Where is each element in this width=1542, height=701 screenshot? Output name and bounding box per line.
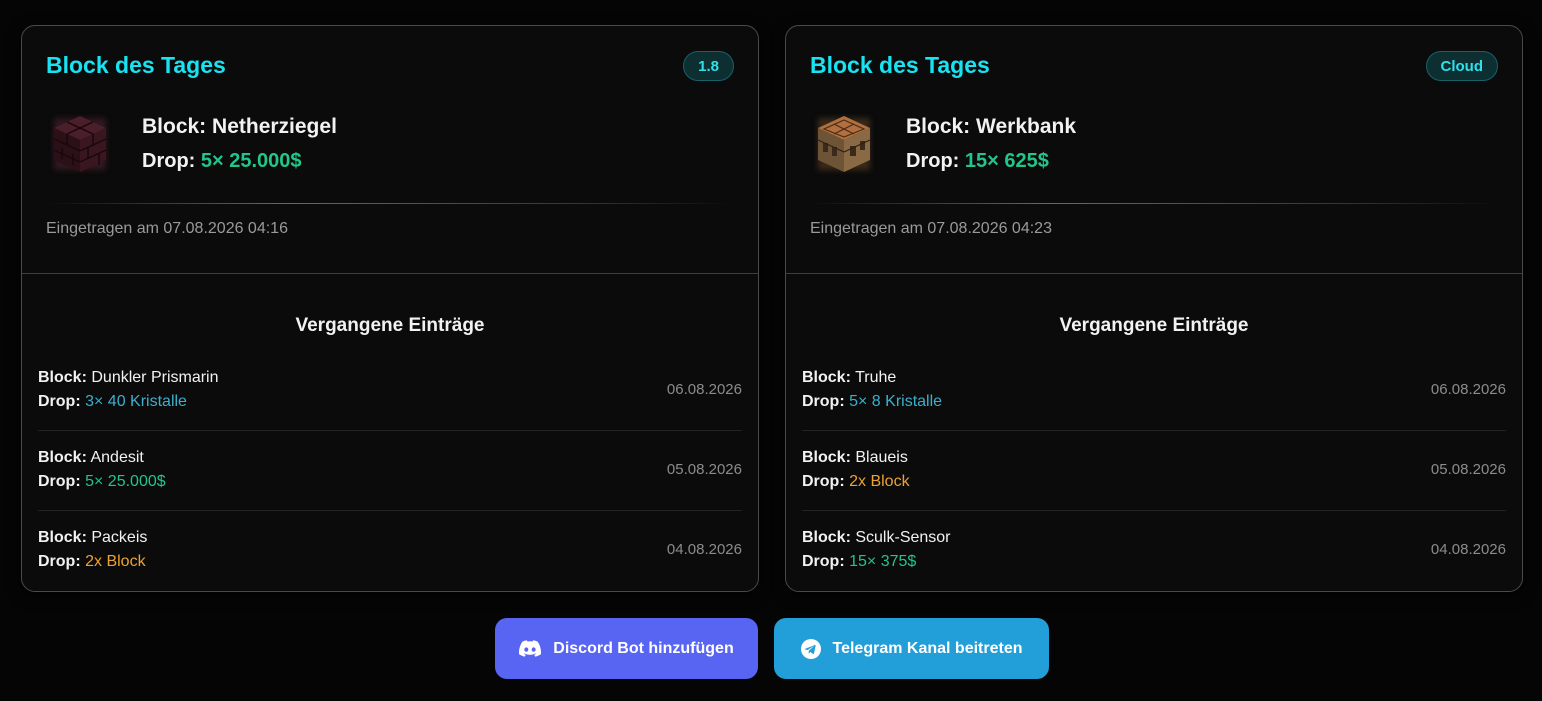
history-block-name: Dunkler Prismarin [91,369,219,386]
history-drop-label: Drop: [802,473,845,490]
history-date: 05.08.2026 [666,461,742,478]
history-date: 04.08.2026 [666,541,742,558]
history-item: Block: Sculk-Sensor Drop: 15× 375$ 04.08… [802,511,1506,591]
current-drop: Drop: 5× 25.000$ [142,148,302,174]
history-date: 06.08.2026 [666,381,742,398]
block-label: Block: [142,115,207,138]
discord-bot-button[interactable]: Discord Bot hinzufügen [495,618,758,679]
history-item: Block: Dunkler Prismarin Drop: 3× 40 Kri… [38,351,742,431]
history-block-name: Packeis [91,529,148,546]
history-list: Block: Truhe Drop: 5× 8 Kristalle 06.08.… [802,351,1506,591]
history-drop-value: 5× 8 Kristalle [849,393,943,410]
history-list: Block: Dunkler Prismarin Drop: 3× 40 Kri… [38,351,742,591]
block-label: Block: [906,115,971,138]
block-of-day-card-cloud: Block des Tages Cloud Block: Werkbank Dr [785,25,1523,592]
history-drop-value: 2x Block [85,553,146,570]
crafting-table-block-icon [817,116,871,172]
card-title: Block des Tages [810,52,990,78]
current-drop: Drop: 15× 625$ [906,148,1049,174]
telegram-channel-button[interactable]: Telegram Kanal beitreten [774,618,1049,679]
entered-timestamp: Eingetragen am 07.08.2026 04:16 [46,220,288,237]
history-block-label: Block: [802,369,851,386]
telegram-icon [800,638,821,659]
history-block-name: Truhe [855,369,897,386]
history-block-name: Andesit [90,449,144,466]
history-drop: Drop: 5× 25.000$ [38,471,166,493]
history-block: Block: Packeis [38,527,147,549]
discord-icon [519,640,542,657]
history-drop-label: Drop: [38,553,81,570]
history-block-label: Block: [38,449,87,466]
history-drop-value: 15× 375$ [849,553,917,570]
telegram-button-label: Telegram Kanal beitreten [832,639,1023,657]
history-drop: Drop: 2x Block [802,471,910,493]
discord-button-label: Discord Bot hinzufügen [553,639,734,657]
history-item: Block: Blaueis Drop: 2x Block 05.08.2026 [802,431,1506,511]
version-badge: Cloud [1425,51,1498,81]
nether-bricks-block-icon [53,116,107,172]
history-block-label: Block: [802,449,851,466]
history-block-label: Block: [38,369,87,386]
history-date: 06.08.2026 [1430,381,1506,398]
drop-label: Drop: [906,150,960,172]
current-block: Block: Werkbank [906,114,1076,140]
entered-timestamp: Eingetragen am 07.08.2026 04:23 [810,220,1052,237]
history-drop: Drop: 5× 8 Kristalle [802,391,942,413]
history-drop-value: 5× 25.000$ [85,473,166,490]
card-title: Block des Tages [46,52,226,78]
history-block-name: Sculk-Sensor [855,529,951,546]
history-item: Block: Packeis Drop: 2x Block 04.08.2026 [38,511,742,591]
history-drop: Drop: 2x Block [38,551,146,573]
glow-divider [810,203,1498,204]
history-block: Block: Dunkler Prismarin [38,367,219,389]
history-drop-label: Drop: [802,553,845,570]
drop-value: 15× 625$ [964,150,1049,172]
history-block: Block: Truhe [802,367,896,389]
current-block: Block: Netherziegel [142,114,337,140]
section-divider [786,273,1522,274]
history-drop-label: Drop: [802,393,845,410]
history-drop-value: 2x Block [849,473,910,490]
history-drop-value: 3× 40 Kristalle [85,393,187,410]
drop-label: Drop: [142,150,196,172]
history-block: Block: Sculk-Sensor [802,527,951,549]
history-item: Block: Andesit Drop: 5× 25.000$ 05.08.20… [38,431,742,511]
history-title: Vergangene Einträge [1059,315,1249,336]
history-block: Block: Blaueis [802,447,908,469]
history-date: 04.08.2026 [1430,541,1506,558]
history-drop: Drop: 3× 40 Kristalle [38,391,187,413]
block-of-day-card-java: Block des Tages 1.8 Block: Netherziegel [21,25,759,592]
history-block-name: Blaueis [855,449,908,466]
block-name: Netherziegel [212,115,337,138]
history-date: 05.08.2026 [1430,461,1506,478]
history-title: Vergangene Einträge [295,315,485,336]
glow-divider [46,203,734,204]
history-block-label: Block: [802,529,851,546]
history-item: Block: Truhe Drop: 5× 8 Kristalle 06.08.… [802,351,1506,431]
history-drop: Drop: 15× 375$ [802,551,916,573]
block-name: Werkbank [976,115,1077,138]
history-block: Block: Andesit [38,447,144,469]
version-badge: 1.8 [683,51,734,81]
drop-value: 5× 25.000$ [200,150,302,172]
section-divider [22,273,758,274]
history-block-label: Block: [38,529,87,546]
history-drop-label: Drop: [38,473,81,490]
history-drop-label: Drop: [38,393,81,410]
